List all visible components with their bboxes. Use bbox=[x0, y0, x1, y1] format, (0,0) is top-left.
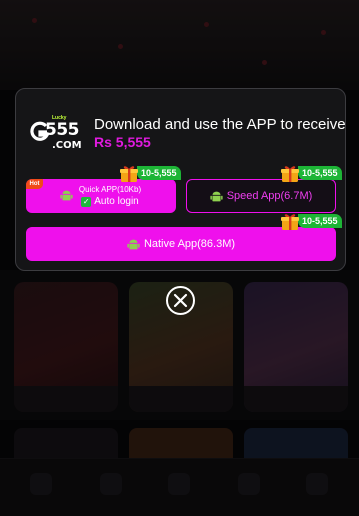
download-app-popup: Lucky 555 .COM Download and use the APP … bbox=[15, 88, 346, 271]
native-app-label: Native App(86.3M) bbox=[143, 238, 236, 250]
speed-app-label: Speed App(6.7M) bbox=[226, 190, 313, 202]
gift-icon bbox=[120, 166, 138, 182]
reward-range-text: 10-5,555 bbox=[298, 214, 342, 228]
reward-range-badge: 10-5,555 bbox=[119, 163, 181, 183]
brand-logo: Lucky 555 .COM bbox=[30, 115, 94, 158]
gift-icon bbox=[281, 214, 299, 230]
close-icon bbox=[173, 293, 188, 308]
gift-icon bbox=[281, 166, 299, 182]
reward-range-badge: 10-5,555 bbox=[280, 211, 342, 231]
android-icon bbox=[210, 191, 223, 201]
reward-amount: Rs 5,555 bbox=[94, 134, 151, 150]
auto-login-row: ✓ Auto login bbox=[63, 195, 139, 208]
android-icon bbox=[60, 190, 73, 201]
speed-app-button[interactable]: Speed App(6.7M) bbox=[186, 179, 336, 213]
popup-headline: Download and use the APP to receive bbox=[94, 116, 346, 133]
quick-app-button[interactable]: Hot Quick APP(10Kb) ✓ Auto login bbox=[26, 179, 176, 213]
close-button[interactable] bbox=[166, 286, 195, 315]
logo-subtext: .COM bbox=[52, 140, 82, 151]
check-icon: ✓ bbox=[81, 196, 92, 207]
native-app-button[interactable]: Native App(86.3M) bbox=[26, 227, 336, 261]
reward-range-text: 10-5,555 bbox=[298, 166, 342, 180]
reward-range-text: 10-5,555 bbox=[137, 166, 181, 180]
auto-login-label: Auto login bbox=[94, 195, 139, 207]
android-icon bbox=[127, 239, 140, 249]
reward-range-badge: 10-5,555 bbox=[280, 163, 342, 183]
hot-badge: Hot bbox=[26, 179, 43, 189]
logo-text: 555 bbox=[45, 120, 80, 140]
